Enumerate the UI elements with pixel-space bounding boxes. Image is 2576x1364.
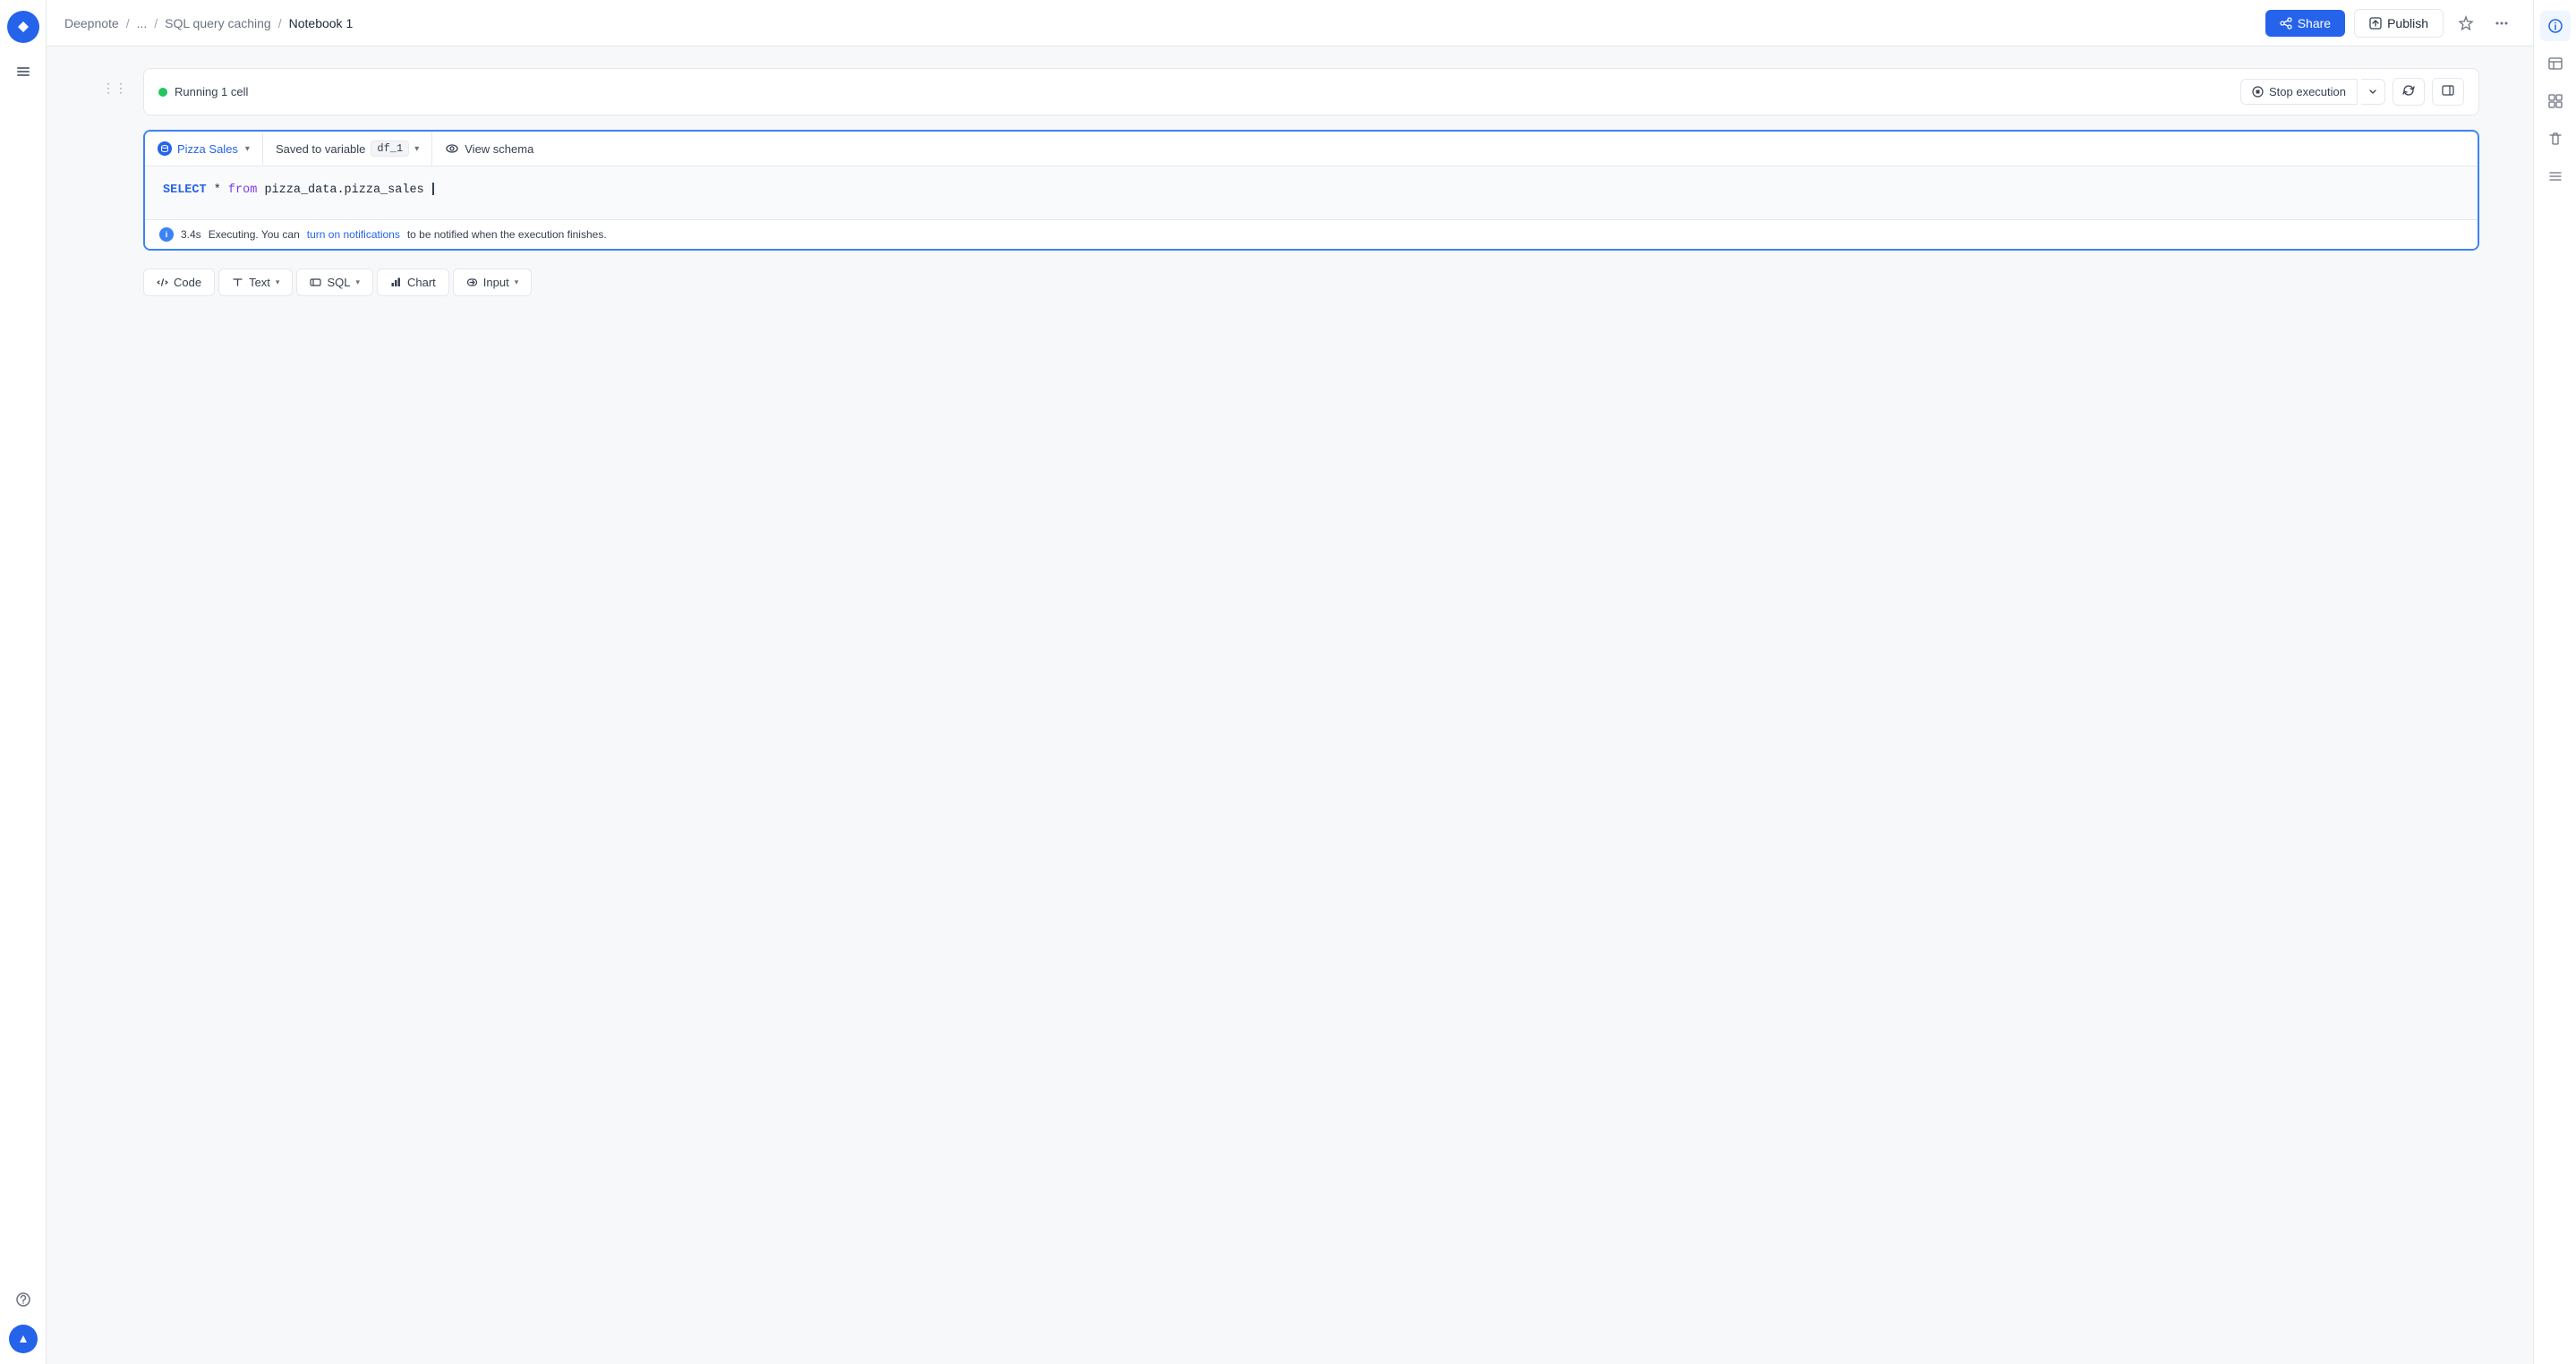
- add-code-button[interactable]: Code: [143, 269, 215, 296]
- more-button[interactable]: [2488, 10, 2515, 37]
- code-from-keyword: from: [228, 183, 257, 197]
- right-sidebar: [2533, 0, 2576, 1364]
- share-icon: [2280, 17, 2292, 30]
- refresh-icon: [2402, 84, 2415, 97]
- add-sql-button[interactable]: SQL ▾: [296, 269, 373, 296]
- cursor: [432, 183, 434, 195]
- chart-icon: [390, 277, 402, 288]
- eye-icon: [445, 141, 459, 156]
- content-column: Running 1 cell Stop execution: [143, 68, 2479, 1343]
- drag-handle[interactable]: ⋮⋮: [102, 81, 127, 96]
- star-button[interactable]: [2452, 10, 2479, 37]
- add-input-button[interactable]: Input ▾: [453, 269, 532, 296]
- right-table-button[interactable]: [2540, 48, 2571, 79]
- stop-execution-button[interactable]: Stop execution: [2240, 79, 2358, 105]
- exec-suffix: to be notified when the execution finish…: [407, 228, 607, 241]
- right-grid-button[interactable]: [2540, 86, 2571, 116]
- share-button[interactable]: Share: [2265, 10, 2345, 37]
- add-chart-label: Chart: [407, 276, 436, 289]
- tab-chevron: ▾: [245, 144, 250, 154]
- breadcrumb-project[interactable]: SQL query caching: [165, 16, 271, 30]
- saved-variable: Saved to variable df_1 ▾: [263, 132, 432, 166]
- text-chevron: ▾: [276, 277, 280, 287]
- view-schema-label: View schema: [465, 142, 533, 156]
- topbar-actions: Share Publish: [2265, 9, 2515, 38]
- code-star: *: [214, 183, 228, 197]
- code-select-keyword: SELECT: [163, 183, 207, 197]
- code-icon: [157, 277, 168, 288]
- breadcrumb-notebook: Notebook 1: [289, 16, 354, 30]
- right-list-button[interactable]: [2540, 161, 2571, 192]
- cell-gutter: ⋮⋮: [100, 68, 129, 1343]
- input-chevron: ▾: [515, 277, 519, 287]
- right-trash-button[interactable]: [2540, 124, 2571, 154]
- left-sidebar: [0, 0, 47, 1364]
- sql-cell: Pizza Sales ▾ Saved to variable df_1 ▾ V: [143, 130, 2479, 251]
- stop-dropdown-button[interactable]: [2361, 79, 2385, 105]
- publish-button[interactable]: Publish: [2354, 9, 2444, 38]
- status-text: Running 1 cell: [175, 85, 248, 98]
- right-info-button[interactable]: [2540, 11, 2571, 41]
- status-actions: Stop execution: [2240, 78, 2464, 106]
- breadcrumb: Deepnote / ... / SQL query caching / Not…: [64, 16, 2258, 30]
- breadcrumb-sep-1: /: [126, 16, 130, 30]
- add-code-label: Code: [174, 276, 201, 289]
- variable-badge: df_1: [371, 141, 409, 157]
- pizza-sales-tab[interactable]: Pizza Sales ▾: [145, 132, 263, 165]
- breadcrumb-deepnote[interactable]: Deepnote: [64, 16, 119, 30]
- pizza-sales-label: Pizza Sales: [177, 142, 238, 156]
- breadcrumb-more[interactable]: ...: [137, 16, 148, 30]
- code-editor[interactable]: SELECT * from pizza_data.pizza_sales: [145, 166, 2478, 220]
- sql-icon: [310, 277, 321, 288]
- sidebar-toggle-button[interactable]: [2432, 78, 2464, 106]
- exec-time: 3.4s: [181, 228, 201, 241]
- saved-var-prefix: Saved to variable: [276, 142, 365, 156]
- status-bar: Running 1 cell Stop execution: [143, 68, 2479, 115]
- var-chevron[interactable]: ▾: [414, 144, 419, 154]
- add-chart-button[interactable]: Chart: [377, 269, 449, 296]
- status-indicator: Running 1 cell: [158, 85, 248, 98]
- add-text-label: Text: [249, 276, 270, 289]
- add-input-label: Input: [483, 276, 509, 289]
- stop-icon: [2252, 86, 2264, 98]
- add-text-button[interactable]: Text ▾: [218, 269, 293, 296]
- main-area: Deepnote / ... / SQL query caching / Not…: [47, 0, 2533, 1364]
- exec-text: Executing. You can: [209, 228, 300, 241]
- add-sql-label: SQL: [327, 276, 350, 289]
- content-area: ⋮⋮ Running 1 cell Stop execution: [47, 47, 2533, 1364]
- exec-info: i 3.4s Executing. You can turn on notifi…: [145, 220, 2478, 249]
- status-dot: [158, 88, 167, 97]
- info-icon: i: [159, 227, 174, 242]
- cell-header: Pizza Sales ▾ Saved to variable df_1 ▾ V: [145, 132, 2478, 166]
- topbar: Deepnote / ... / SQL query caching / Not…: [47, 0, 2533, 47]
- text-icon: [232, 277, 243, 288]
- view-schema-tab[interactable]: View schema: [432, 132, 546, 165]
- publish-icon: [2369, 17, 2382, 30]
- breadcrumb-sep-3: /: [278, 16, 282, 30]
- panel-icon: [2442, 84, 2454, 97]
- logo-icon[interactable]: [7, 11, 39, 43]
- menu-icon[interactable]: [9, 57, 38, 86]
- stop-label: Stop execution: [2269, 85, 2346, 98]
- help-icon[interactable]: [9, 1285, 38, 1314]
- turn-on-notifications-link[interactable]: turn on notifications: [307, 228, 400, 241]
- add-toolbar: Code Text ▾ SQL ▾: [143, 269, 2479, 296]
- input-icon: [466, 277, 478, 288]
- datasource-icon: [158, 141, 172, 156]
- sql-chevron: ▾: [355, 277, 360, 287]
- code-table-name: pizza_data.pizza_sales: [264, 183, 423, 197]
- user-avatar[interactable]: [9, 1325, 38, 1353]
- breadcrumb-sep-2: /: [154, 16, 158, 30]
- refresh-button[interactable]: [2393, 78, 2425, 106]
